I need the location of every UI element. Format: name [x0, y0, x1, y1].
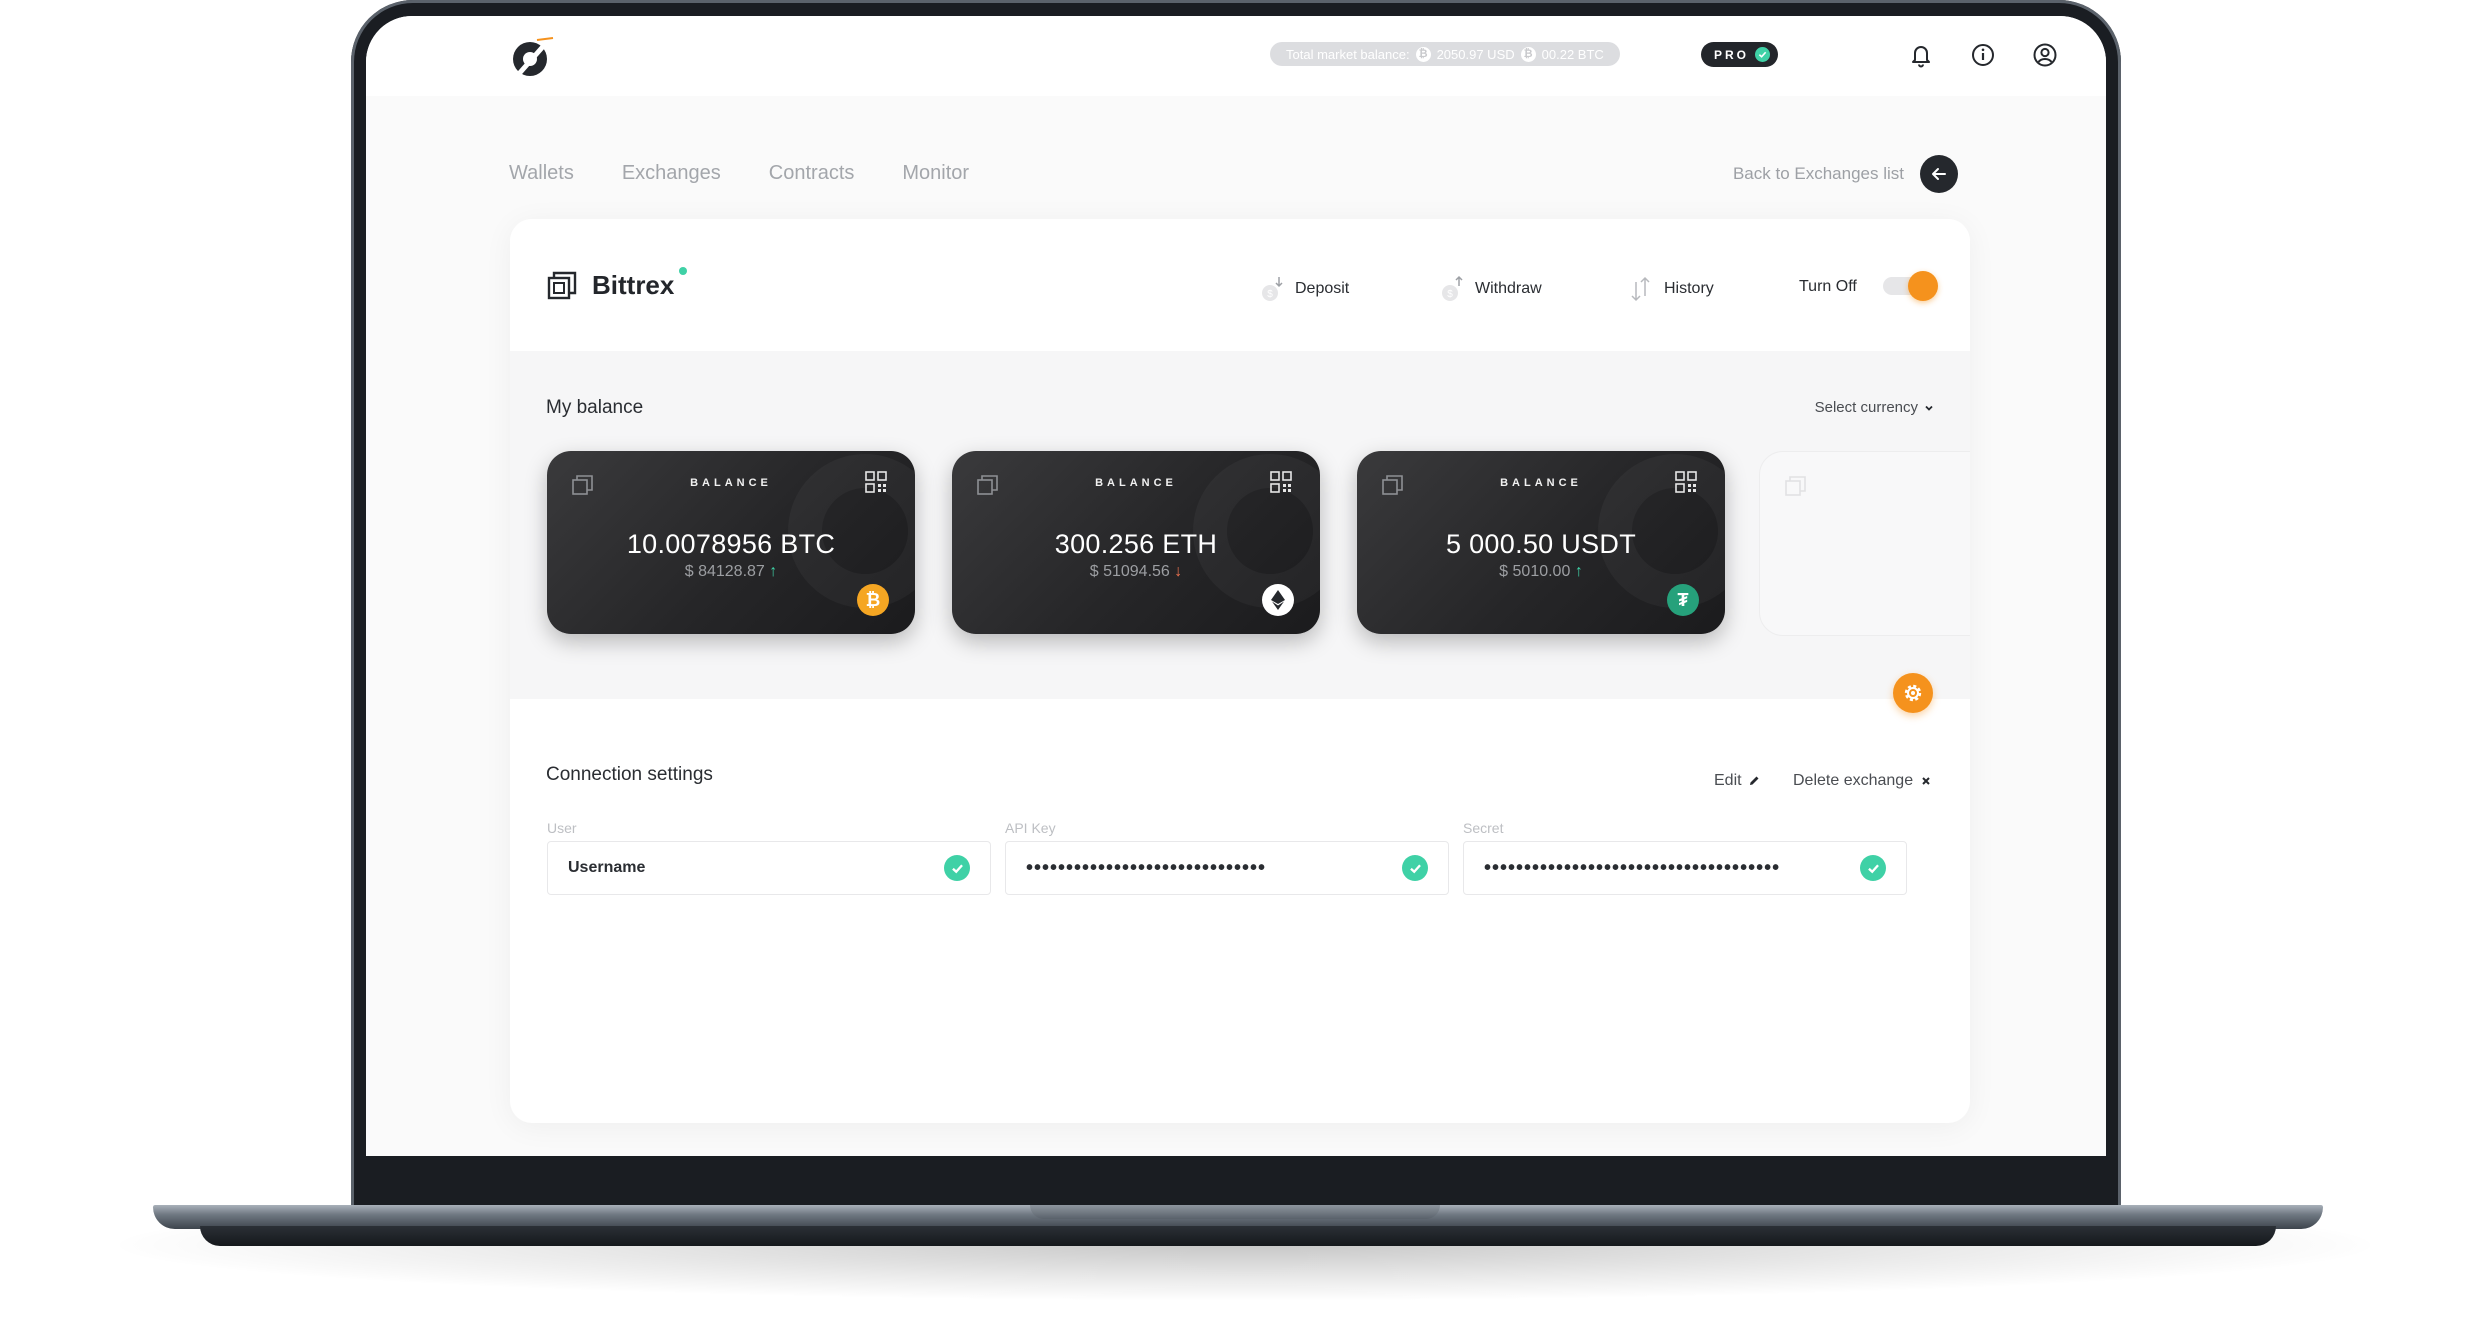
- balance-card-btc[interactable]: BALANCE 10.0078956 BTC $ 84128.87 ↑ ₿: [547, 451, 915, 634]
- trend-down-icon: ↓: [1174, 563, 1183, 580]
- market-balance-btc: 00.22 BTC: [1541, 46, 1604, 62]
- secret-field-label: Secret: [1463, 820, 1504, 836]
- check-icon: [944, 855, 970, 881]
- exchange-header: Bittrex $ Deposit $ Withdraw History Tur…: [510, 219, 1970, 351]
- toggle-knob: [1908, 271, 1938, 301]
- select-currency-dropdown[interactable]: Select currency: [1815, 399, 1934, 416]
- back-button[interactable]: [1920, 155, 1958, 193]
- back-label: Back to Exchanges list: [1732, 164, 1904, 183]
- check-icon: [1860, 855, 1886, 881]
- balance-section: My balance Select currency BALANCE 10.00…: [510, 351, 1970, 699]
- copy-icon: [1785, 476, 1806, 496]
- check-icon: [1755, 47, 1771, 62]
- bell-icon[interactable]: [1906, 40, 1936, 70]
- user-avatar-icon[interactable]: [2030, 40, 2060, 70]
- card-label: BALANCE: [690, 477, 772, 489]
- trend-up-icon: ↑: [1574, 563, 1583, 580]
- laptop-screen: Total market balance: ₿ 2050.97 USD ₿ 00…: [366, 16, 2106, 1156]
- tab-wallets[interactable]: Wallets: [509, 162, 574, 185]
- secret-value: •••••••••••••••••••••••••••••••••••••: [1484, 856, 1781, 879]
- card-usd: $ 51094.56: [1089, 563, 1170, 580]
- qr-code-icon[interactable]: [1270, 471, 1292, 493]
- laptop-base-bottom: [200, 1226, 2276, 1246]
- api-key-field-label: API Key: [1005, 820, 1056, 836]
- app-logo-icon[interactable]: [507, 32, 557, 82]
- pro-label: PRO: [1714, 47, 1750, 62]
- card-amount: 10.0078956 BTC: [626, 529, 836, 559]
- gear-icon: [1904, 684, 1922, 702]
- connection-settings-title: Connection settings: [546, 764, 713, 785]
- username-value: Username: [568, 859, 646, 876]
- card-usd-row: $ 5010.00 ↑: [1357, 563, 1725, 581]
- exchange-panel: Bittrex $ Deposit $ Withdraw History Tur…: [510, 219, 1970, 1123]
- bitcoin-icon: ₿: [1520, 46, 1536, 62]
- exchange-title: Bittrex: [546, 269, 674, 301]
- balance-card-eth[interactable]: BALANCE 300.256 ETH $ 51094.56 ↓: [952, 451, 1320, 634]
- svg-text:$: $: [1267, 289, 1273, 300]
- exchange-name: Bittrex: [592, 269, 675, 300]
- info-icon[interactable]: [1968, 40, 1998, 70]
- trend-up-icon: ↑: [769, 563, 778, 580]
- market-balance-usd: 2050.97 USD: [1436, 46, 1515, 62]
- balance-title: My balance: [546, 397, 644, 418]
- card-label: BALANCE: [1500, 477, 1582, 489]
- api-key-value: ••••••••••••••••••••••••••••••: [1026, 856, 1267, 879]
- edit-button[interactable]: Edit: [1714, 772, 1760, 790]
- balance-card-usdt[interactable]: BALANCE 5 000.50 USDT $ 5010.00 ↑ ₮: [1357, 451, 1725, 634]
- card-amount: 300.256 ETH: [1054, 529, 1218, 559]
- market-balance-pill: Total market balance: ₿ 2050.97 USD ₿ 00…: [1270, 42, 1620, 66]
- section-tabs: Wallets Exchanges Contracts Monitor: [509, 162, 969, 185]
- qr-code-icon[interactable]: [1675, 471, 1697, 493]
- history-label: History: [1664, 280, 1714, 297]
- pro-badge[interactable]: PRO: [1701, 42, 1779, 67]
- online-status-dot: [679, 267, 687, 275]
- svg-text:$: $: [1447, 289, 1453, 300]
- back-to-exchanges-link[interactable]: Back to Exchanges list: [1733, 155, 1958, 193]
- top-bar: Total market balance: ₿ 2050.97 USD ₿ 00…: [366, 16, 2106, 96]
- username-field[interactable]: Username: [547, 841, 991, 895]
- withdraw-label: Withdraw: [1475, 280, 1542, 297]
- history-icon: [1631, 276, 1650, 302]
- deposit-button[interactable]: $ Deposit: [1257, 274, 1349, 304]
- delete-label: Delete exchange: [1793, 772, 1914, 789]
- history-button[interactable]: History: [1626, 274, 1714, 304]
- tether-icon: ₮: [1667, 584, 1699, 616]
- withdraw-icon: $: [1442, 275, 1463, 301]
- tab-exchanges[interactable]: Exchanges: [622, 162, 721, 185]
- exchange-toggle[interactable]: [1883, 271, 1939, 301]
- deposit-label: Deposit: [1295, 280, 1350, 297]
- api-key-field[interactable]: ••••••••••••••••••••••••••••••: [1005, 841, 1449, 895]
- market-balance-label: Total market balance:: [1286, 46, 1410, 62]
- delete-exchange-button[interactable]: Delete exchange: [1793, 772, 1931, 790]
- check-icon: [1402, 855, 1428, 881]
- pencil-icon: [1749, 776, 1759, 785]
- chevron-down-icon: [1925, 405, 1933, 411]
- card-label: BALANCE: [1095, 477, 1177, 489]
- settings-gear-button[interactable]: [1893, 673, 1933, 713]
- qr-code-icon[interactable]: [865, 471, 887, 493]
- ethereum-icon: [1262, 584, 1294, 616]
- edit-label: Edit: [1714, 772, 1742, 789]
- tab-contracts[interactable]: Contracts: [769, 162, 855, 185]
- user-field-label: User: [547, 820, 577, 836]
- card-amount: 5 000.50 USDT: [1446, 529, 1636, 559]
- tab-monitor[interactable]: Monitor: [902, 162, 969, 185]
- card-usd: $ 5010.00: [1499, 563, 1571, 580]
- card-usd-row: $ 51094.56 ↓: [952, 563, 1320, 581]
- card-usd-row: $ 84128.87 ↑: [547, 563, 915, 581]
- select-currency-label: Select currency: [1814, 399, 1918, 416]
- card-usd: $ 84128.87: [684, 563, 765, 580]
- withdraw-button[interactable]: $ Withdraw: [1437, 274, 1542, 304]
- deposit-icon: $: [1262, 277, 1283, 301]
- arrow-left-icon: [1932, 168, 1946, 180]
- close-icon: [1922, 777, 1930, 785]
- add-wallet-card[interactable]: [1759, 451, 1970, 636]
- exchange-logo-icon: [547, 271, 577, 300]
- laptop-notch: [1030, 1205, 1440, 1219]
- bitcoin-icon: ₿: [857, 584, 889, 616]
- secret-field[interactable]: •••••••••••••••••••••••••••••••••••••: [1463, 841, 1907, 895]
- bitcoin-icon: ₿: [1415, 46, 1431, 62]
- turn-off-label-wrap: Turn Off: [1799, 278, 1857, 296]
- turn-off-label: Turn Off: [1799, 278, 1857, 295]
